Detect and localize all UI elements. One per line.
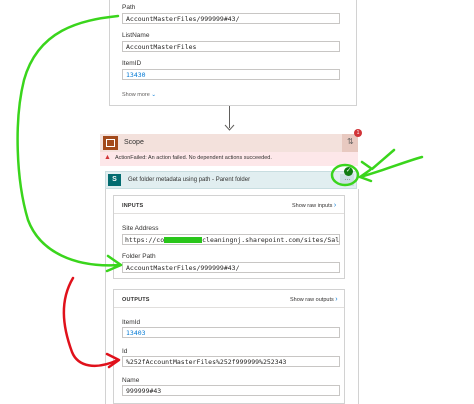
success-check-icon: ✓ [344,167,353,176]
site-address-suffix: cleaningnj.sharepoint.com/sites/SalesAcc… [202,236,339,244]
site-address-label: Site Address [122,225,159,232]
show-raw-inputs-label: Show raw inputs [292,203,333,209]
green-annotation-check [360,148,396,171]
folder-path-field: AccountMasterFiles/999999#43/ [122,262,340,273]
site-address-field: https://co cleaningnj.sharepoint.com/site… [122,234,340,245]
error-count-badge: 1 [354,129,362,137]
error-count: 1 [356,130,360,136]
inputs-header: INPUTS [122,203,144,209]
flow-run-canvas: { "top_card": { "path_label": "Path", "p… [0,0,474,404]
path-value: AccountMasterFiles/999999#43/ [126,15,240,23]
error-message: ActionFailed: An action failed. No depen… [115,155,272,161]
redacted-block [164,237,203,243]
previous-action-card: Path AccountMasterFiles/999999#43/ ListN… [109,0,357,106]
inputs-divider [114,213,344,214]
scope-title: Scope [124,139,144,146]
listname-label: ListName [122,32,150,39]
more-icon: … [344,175,351,182]
output-itemid-field: 13403 [122,327,340,338]
warning-icon: ▲ [104,154,111,161]
listname-field: AccountMasterFiles [122,41,340,52]
output-name-field: 999999#43 [122,385,340,396]
action-header[interactable]: S Get folder metadata using path - Paren… [105,167,357,189]
output-name-label: Name [122,377,140,384]
outputs-divider [114,307,344,308]
output-itemid-label: ItemId [122,319,141,326]
path-label: Path [122,4,136,11]
output-id-field: %252fAccountMasterFiles%252f999999%25234… [122,356,340,367]
show-raw-outputs-label: Show raw outputs [290,297,334,303]
site-address-value: https://co cleaningnj.sharepoint.com/site… [125,236,339,244]
show-raw-inputs-link[interactable]: Show raw inputs › [292,202,336,209]
site-address-prefix: https://co [125,236,165,244]
outputs-section: OUTPUTS Show raw outputs › ItemId 13403 … [113,289,345,404]
chevron-right-icon: › [333,202,337,209]
folder-path-label: Folder Path [122,253,156,260]
connector-line [229,106,230,128]
output-id-value: %252fAccountMasterFiles%252f999999%25234… [126,358,287,366]
itemid-label: ItemID [122,60,142,67]
show-more-label: Show more [122,92,150,98]
scope-header[interactable]: Scope ⇅ 1 [100,129,362,152]
scope-icon [103,136,118,150]
output-itemid-value: 13403 [126,329,146,337]
path-field: AccountMasterFiles/999999#43/ [122,13,340,24]
scope-error-banner: ▲ ActionFailed: An action failed. No dep… [100,152,358,166]
green-annotation-arrow [358,155,424,183]
itemid-field: 13430 [122,69,340,80]
more-options-icon: ⇅ [347,137,354,146]
show-more-link[interactable]: Show more ⌄ [122,92,156,98]
chevron-down-icon: ⌄ [151,92,156,98]
output-name-value: 999999#43 [126,387,162,395]
folder-path-value: AccountMasterFiles/999999#43/ [126,264,240,272]
sharepoint-icon: S [108,174,121,186]
chevron-right-icon: › [335,296,338,303]
itemid-value: 13430 [126,71,146,79]
output-id-label: Id [122,348,128,355]
inputs-section: INPUTS Show raw inputs › Site Address ht… [113,195,345,279]
outputs-header: OUTPUTS [122,297,150,303]
action-title: Get folder metadata using path - Parent … [128,177,251,183]
show-raw-outputs-link[interactable]: Show raw outputs › [290,296,338,303]
listname-value: AccountMasterFiles [126,43,197,51]
